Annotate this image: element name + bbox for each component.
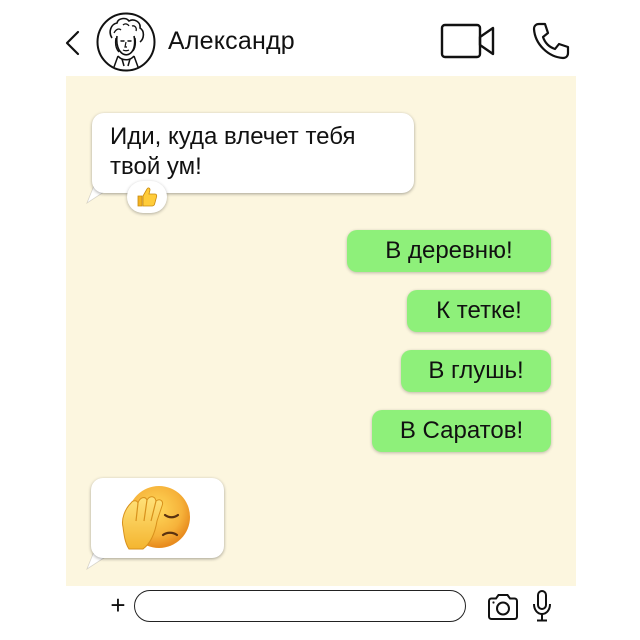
microphone-icon [533,590,551,622]
microphone-button[interactable] [532,589,552,623]
chat-area: Иди, куда влечет тебя твой ум! В деревню… [66,76,576,586]
contact-name[interactable]: Александр [168,27,295,56]
incoming-emoji-message[interactable] [91,478,224,558]
message-text-line: твой ум! [110,153,202,180]
outgoing-message[interactable]: В глушь! [401,350,551,392]
outgoing-message[interactable]: К тетке! [407,290,551,332]
avatar-portrait [96,12,156,72]
video-camera-icon [440,23,495,59]
avatar[interactable] [96,12,156,72]
chat-header: Александр [0,0,640,80]
voice-call-button[interactable] [530,20,572,62]
video-call-button[interactable] [440,22,496,60]
facepalm-emoji [122,486,190,550]
camera-button[interactable] [486,592,520,622]
chat-screen: Александр Иди, куда влечет тебя твой ум! [0,0,640,640]
back-button[interactable] [60,26,88,60]
attach-button[interactable]: + [108,590,128,620]
chevron-left-icon [65,30,80,56]
outgoing-message[interactable]: В Саратов! [372,410,551,452]
outgoing-message[interactable]: В деревню! [347,230,551,272]
message-text-line: Иди, куда влечет тебя [110,123,356,150]
phone-icon [532,22,570,60]
camera-icon [488,594,518,620]
thumbs-up-emoji [137,187,158,207]
message-input[interactable] [134,590,466,622]
message-reaction[interactable] [127,181,167,213]
plus-icon: + [110,590,126,620]
